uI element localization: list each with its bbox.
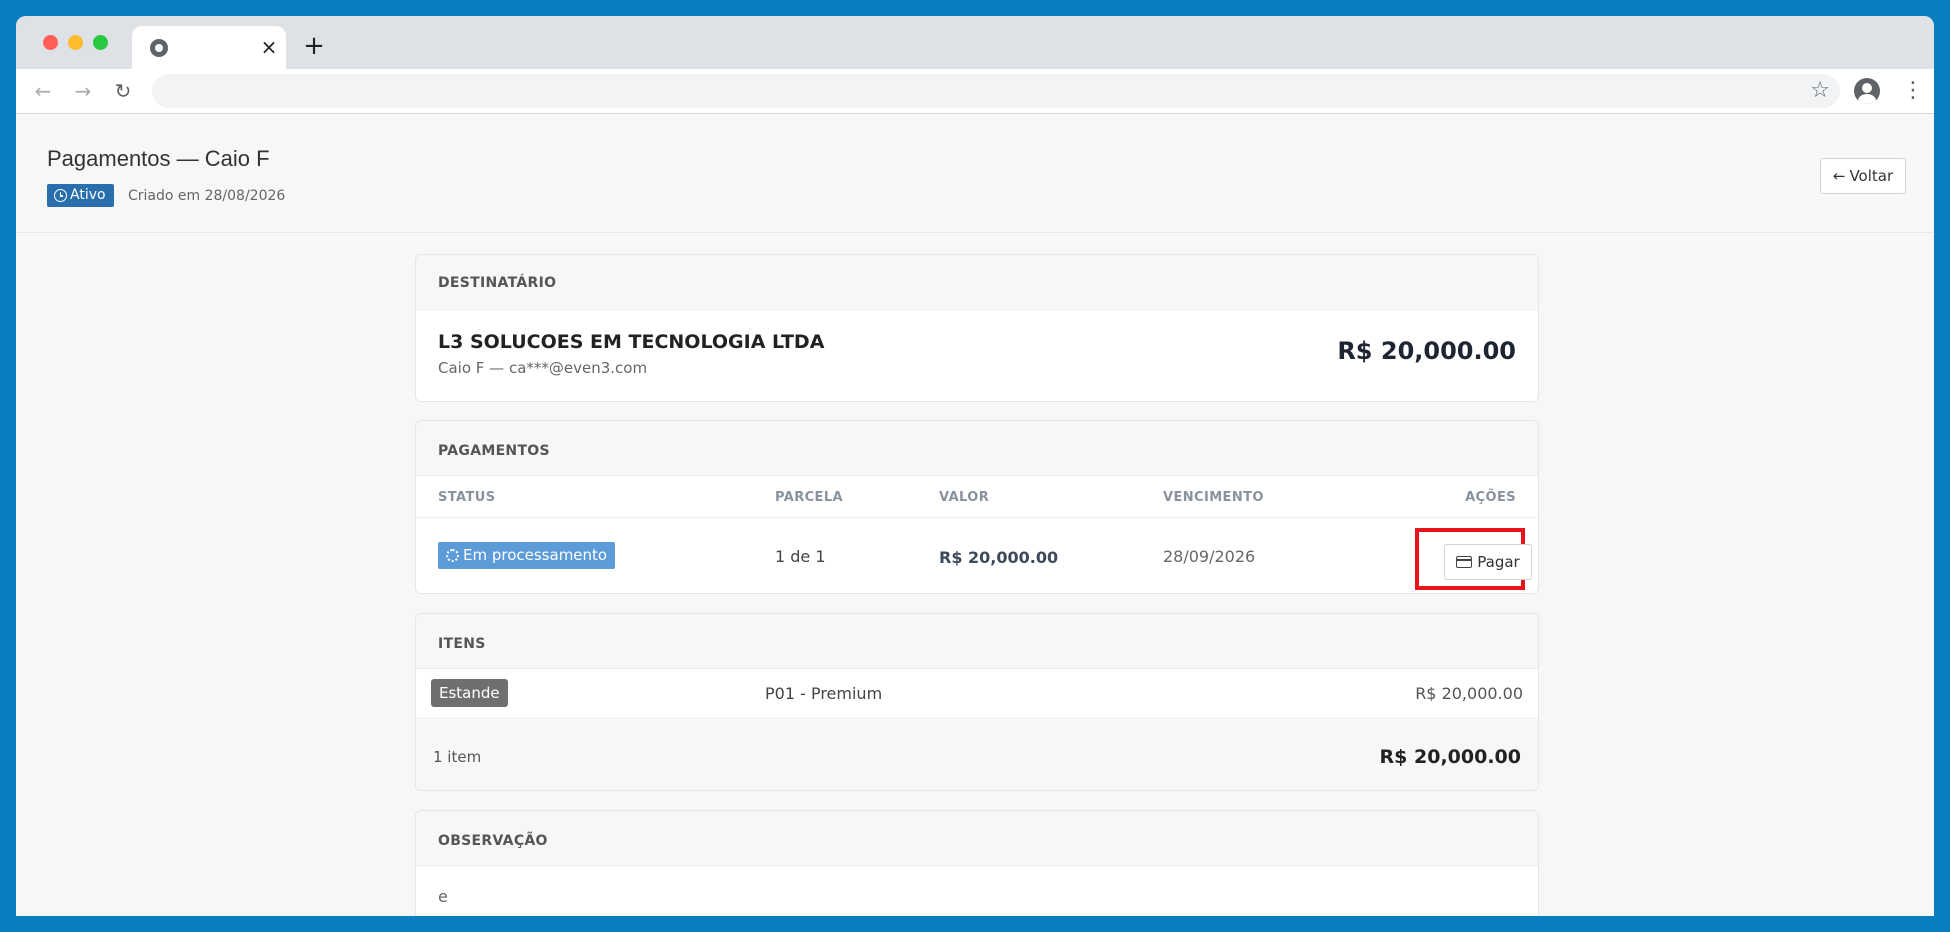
payments-card-header: PAGAMENTOS: [416, 421, 1538, 476]
observation-text: e: [438, 887, 448, 906]
payment-due-date: 28/09/2026: [1163, 547, 1256, 566]
category-badge: Estande: [431, 679, 508, 707]
item-price: R$ 20,000.00: [1415, 684, 1523, 703]
column-header-acoes: AÇÕES: [1465, 490, 1516, 505]
items-card-header: ITENS: [416, 614, 1538, 669]
item-name: P01 - Premium: [765, 684, 883, 703]
bookmark-star-icon[interactable]: ☆: [1810, 78, 1830, 104]
recipient-contact: Caio F — ca***@even3.com: [438, 359, 648, 377]
browser-tab[interactable]: ×: [132, 26, 286, 69]
observation-card: OBSERVAÇÃO e: [415, 810, 1539, 916]
reload-icon[interactable]: ↻: [108, 76, 138, 106]
kebab-menu-icon[interactable]: ⋮: [1902, 76, 1924, 106]
arrow-left-icon: ←: [1832, 167, 1846, 185]
minimize-window-button[interactable]: [68, 35, 83, 50]
status-badge-label: Ativo: [70, 187, 106, 203]
list-item: Estande P01 - Premium R$ 20,000.00: [416, 669, 1538, 719]
tab-close-icon[interactable]: ×: [259, 35, 279, 59]
back-button-label: Voltar: [1849, 167, 1894, 185]
close-window-button[interactable]: [43, 35, 58, 50]
payment-status-badge: Em processamento: [438, 542, 616, 569]
column-header-vencimento: VENCIMENTO: [1163, 490, 1264, 505]
column-header-status: STATUS: [438, 490, 496, 505]
back-arrow-icon[interactable]: ←: [28, 76, 58, 106]
observation-section-title: OBSERVAÇÃO: [438, 833, 548, 849]
tab-strip: × +: [16, 16, 1934, 69]
maximize-window-button[interactable]: [93, 35, 108, 50]
page-title: Pagamentos — Caio F: [47, 146, 270, 171]
payment-amount: R$ 20,000.00: [939, 548, 1059, 567]
credit-card-icon: [1456, 556, 1473, 568]
payments-card: PAGAMENTOS STATUS PARCELA VALOR VENCIMEN…: [415, 420, 1539, 594]
page-header: Pagamentos — Caio F Ativo Criado em 28/0…: [16, 114, 1934, 233]
items-footer: 1 item R$ 20,000.00: [416, 720, 1538, 790]
observation-card-header: OBSERVAÇÃO: [416, 811, 1538, 866]
forward-arrow-icon[interactable]: →: [68, 76, 98, 106]
pay-button[interactable]: Pagar: [1444, 544, 1532, 580]
back-button[interactable]: ← Voltar: [1820, 158, 1906, 194]
browser-window: × + ← → ↻ ☆ ⋮ Pagamentos — Caio F Ativo …: [16, 16, 1934, 916]
column-header-valor: VALOR: [939, 490, 990, 505]
recipient-total: R$ 20,000.00: [1337, 337, 1516, 365]
browser-toolbar: ← → ↻ ☆ ⋮: [16, 69, 1934, 114]
chrome-icon: [150, 39, 168, 57]
created-date: Criado em 28/08/2026: [128, 188, 286, 204]
column-header-parcela: PARCELA: [775, 490, 843, 505]
recipient-section-title: DESTINATÁRIO: [438, 275, 557, 291]
items-total: R$ 20,000.00: [1379, 746, 1521, 768]
payment-installment: 1 de 1: [775, 547, 826, 566]
recipient-card: DESTINATÁRIO L3 SOLUCOES EM TECNOLOGIA L…: [415, 254, 1539, 402]
recipient-card-header: DESTINATÁRIO: [416, 255, 1538, 310]
items-section-title: ITENS: [438, 636, 486, 652]
payments-section-title: PAGAMENTOS: [438, 443, 550, 459]
pay-button-label: Pagar: [1477, 553, 1520, 571]
item-count: 1 item: [433, 748, 482, 766]
clock-icon: [54, 189, 67, 202]
company-name: L3 SOLUCOES EM TECNOLOGIA LTDA: [438, 331, 825, 353]
spinner-icon: [446, 549, 459, 562]
address-bar[interactable]: ☆: [152, 74, 1840, 108]
new-tab-button[interactable]: +: [301, 33, 327, 59]
items-card: ITENS Estande P01 - Premium R$ 20,000.00…: [415, 613, 1539, 791]
status-badge: Ativo: [47, 184, 114, 207]
payment-status-label: Em processamento: [463, 546, 608, 564]
payments-table-header: STATUS PARCELA VALOR VENCIMENTO AÇÕES: [416, 476, 1538, 518]
profile-avatar-icon[interactable]: [1854, 78, 1880, 104]
